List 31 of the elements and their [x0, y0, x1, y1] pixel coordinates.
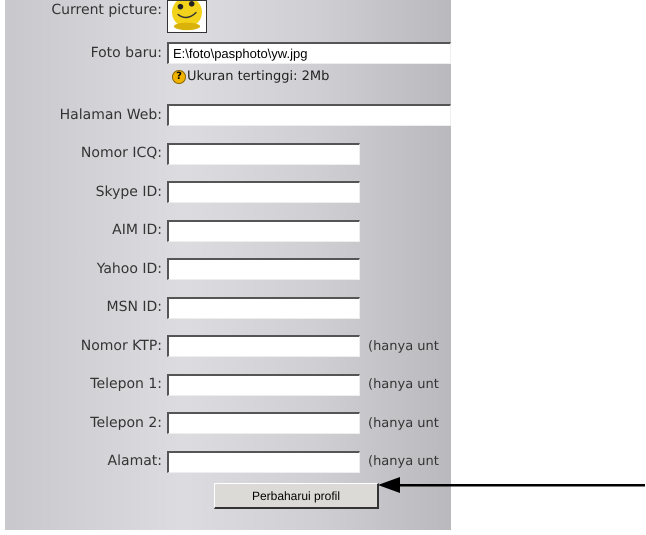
text-field[interactable]	[167, 335, 360, 358]
field-label: Yahoo ID:	[96, 260, 162, 279]
field-label: Nomor ICQ:	[80, 144, 162, 164]
text-field[interactable]	[167, 412, 360, 434]
field-note: (hanya unt	[368, 376, 439, 394]
text-field[interactable]	[167, 220, 360, 242]
size-hint: Ukuran tertinggi: 2Mb	[187, 68, 330, 86]
field-label: Alamat:	[108, 452, 162, 472]
field-note: (hanya unt	[368, 453, 439, 471]
field-note: (hanya unt	[368, 414, 439, 432]
text-field[interactable]	[167, 374, 360, 396]
field-label: Halaman Web:	[60, 106, 162, 125]
file-path-field[interactable]: E:\foto\pasphoto\yw.jpg	[167, 42, 451, 64]
field-label: AIM ID:	[112, 221, 162, 240]
field-label: MSN ID:	[106, 298, 162, 318]
text-field[interactable]	[167, 296, 360, 319]
field-label: Nomor KTP:	[80, 336, 162, 356]
help-icon: ?	[172, 70, 186, 84]
text-field[interactable]	[167, 142, 360, 165]
text-field[interactable]	[167, 258, 360, 280]
field-note: (hanya unt	[368, 338, 439, 356]
text-field[interactable]	[167, 181, 360, 204]
text-field[interactable]	[167, 450, 360, 473]
field-label: Skype ID:	[96, 182, 162, 202]
field-label: Telepon 1:	[90, 375, 162, 394]
arrow-icon	[378, 476, 645, 494]
update-profile-button[interactable]: Perbaharui profil	[214, 483, 379, 509]
field-label: Foto baru:	[90, 44, 162, 62]
text-field[interactable]	[167, 104, 451, 126]
field-label: Current picture:	[51, 1, 162, 20]
field-label: Telepon 2:	[90, 414, 162, 433]
